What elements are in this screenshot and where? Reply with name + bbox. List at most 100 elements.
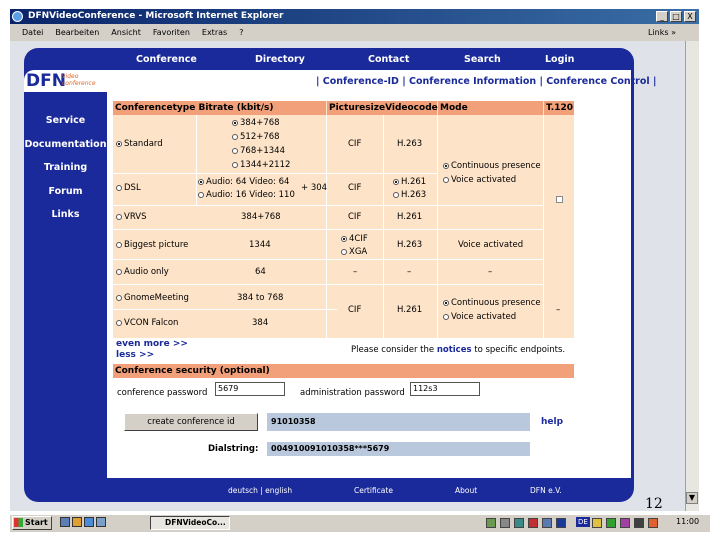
even-more-link[interactable]: even more >>: [116, 339, 188, 349]
nav-conference[interactable]: Conference: [136, 54, 197, 65]
dsl-plus: + 304: [301, 183, 328, 193]
standard-codec: H.263: [397, 139, 423, 149]
links-toolbar[interactable]: Links »: [648, 24, 676, 41]
radio-standard[interactable]: [116, 140, 122, 147]
less-link[interactable]: less >>: [116, 350, 154, 360]
option-standard[interactable]: Standard: [116, 139, 163, 149]
mode-continuous-top[interactable]: Continuous presence: [443, 161, 541, 171]
bitrate-option-1[interactable]: 384+768: [232, 118, 280, 128]
option-vrvs[interactable]: VRVS: [116, 212, 146, 222]
option-biggest-picture[interactable]: Biggest picture: [116, 240, 188, 250]
bitrate-option-2[interactable]: 512+768: [232, 132, 280, 142]
mode-continuous-bottom[interactable]: Continuous presence: [443, 298, 541, 308]
t120-checkbox[interactable]: [556, 196, 563, 203]
sub-navigation[interactable]: | Conference-ID | Conference Information…: [316, 76, 656, 87]
bitrate-option-3[interactable]: 768+1344: [232, 146, 285, 156]
side-nav-service[interactable]: Service: [24, 115, 107, 126]
tray-icon-9[interactable]: [620, 518, 630, 528]
tray-icon-8[interactable]: [606, 518, 616, 528]
header-mode: Mode: [438, 101, 543, 115]
close-button[interactable]: X: [684, 11, 696, 22]
nav-directory[interactable]: Directory: [255, 54, 305, 65]
audio-mode: –: [488, 267, 493, 277]
mode-voice-bottom[interactable]: Voice activated: [443, 312, 516, 322]
bitrate-option-4[interactable]: 1344+2112: [232, 160, 290, 170]
tray-icon-11[interactable]: [648, 518, 658, 528]
conference-password-label: conference password: [117, 388, 208, 398]
maximize-button[interactable]: □: [670, 11, 682, 22]
menu-favoriten[interactable]: Favoriten: [153, 28, 190, 37]
option-gnomemeeting[interactable]: GnomeMeeting: [116, 293, 189, 303]
side-nav-documentation[interactable]: Documentation: [24, 139, 107, 150]
quicklaunch-folder-icon[interactable]: [72, 517, 82, 527]
dfn-logo[interactable]: DFN: [26, 71, 66, 91]
tray-icon-3[interactable]: [514, 518, 524, 528]
tray-icon-5[interactable]: [542, 518, 552, 528]
quicklaunch-ie-icon[interactable]: [84, 517, 94, 527]
menu-help[interactable]: ?: [239, 28, 243, 37]
biggest-pic-xga[interactable]: XGA: [341, 247, 367, 257]
menu-ansicht[interactable]: Ansicht: [111, 28, 141, 37]
window-title: DFNVideoConference - Microsoft Internet …: [28, 11, 284, 21]
certificate-link[interactable]: Certificate: [354, 486, 393, 495]
conference-password-input[interactable]: 5679: [215, 382, 285, 396]
bottom-t120: –: [556, 305, 561, 315]
header-conferencetype-bitrate: Conferencetype Bitrate (kbit/s): [113, 101, 326, 115]
admin-password-input[interactable]: 112s3: [410, 382, 480, 396]
standard-picturesize: CIF: [348, 139, 362, 149]
notices-text: Please consider the notices to specific …: [351, 345, 566, 355]
side-nav-links[interactable]: Links: [24, 209, 107, 220]
minimize-button[interactable]: _: [656, 11, 668, 22]
quicklaunch-desktop-icon[interactable]: [60, 517, 70, 527]
header-picturesize-videocodec: PicturesizeVideocodec: [327, 101, 444, 115]
dsl-codec-1[interactable]: H.261: [393, 177, 426, 187]
language-indicator[interactable]: DE: [576, 517, 590, 527]
notices-link[interactable]: notices: [437, 345, 472, 355]
menu-bearbeiten[interactable]: Bearbeiten: [55, 28, 99, 37]
dialstring-value: 004910091010358***5679: [267, 442, 530, 456]
vertical-scrollbar[interactable]: [685, 41, 699, 511]
nav-contact[interactable]: Contact: [368, 54, 409, 65]
audio-picturesize: –: [353, 267, 358, 277]
bottom-picturesize: CIF: [348, 305, 362, 315]
audio-codec: –: [407, 267, 412, 277]
tray-icon-1[interactable]: [486, 518, 496, 528]
tray-icon-10[interactable]: [634, 518, 644, 528]
menu-extras[interactable]: Extras: [202, 28, 227, 37]
option-vcon-falcon[interactable]: VCON Falcon: [116, 318, 178, 328]
conference-id-display: 91010358: [267, 413, 530, 431]
dfn-ev-link[interactable]: DFN e.V.: [530, 486, 562, 495]
help-link[interactable]: help: [541, 417, 563, 427]
vrvs-bitrate: 384+768: [241, 212, 281, 222]
tray-icon-2[interactable]: [500, 518, 510, 528]
dsl-codec-2[interactable]: H.263: [393, 190, 426, 200]
create-conference-id-button[interactable]: create conference id: [124, 413, 258, 431]
tray-icon-7[interactable]: [592, 518, 602, 528]
page-number: 12: [645, 496, 663, 512]
menu-bar: Datei Bearbeiten Ansicht Favoriten Extras?: [10, 24, 699, 41]
gnome-bitrate: 384 to 768: [237, 293, 284, 303]
tray-icon-4[interactable]: [528, 518, 538, 528]
option-audio-only[interactable]: Audio only: [116, 267, 169, 277]
language-switch[interactable]: deutsch | english: [228, 486, 292, 495]
side-nav-forum[interactable]: Forum: [24, 186, 107, 197]
dsl-bitrate-1[interactable]: Audio: 64 Video: 64: [198, 177, 289, 187]
dsl-picturesize: CIF: [348, 183, 362, 193]
mode-voice-top[interactable]: Voice activated: [443, 175, 516, 185]
quicklaunch-mail-icon[interactable]: [96, 517, 106, 527]
nav-login[interactable]: Login: [545, 54, 574, 65]
bottom-codec: H.261: [397, 305, 423, 315]
scroll-down-arrow-icon[interactable]: ▼: [686, 492, 698, 504]
about-link[interactable]: About: [455, 486, 477, 495]
nav-search[interactable]: Search: [464, 54, 501, 65]
menu-datei[interactable]: Datei: [22, 28, 43, 37]
dsl-bitrate-2[interactable]: Audio: 16 Video: 110: [198, 190, 295, 200]
audio-bitrate: 64: [255, 267, 266, 277]
taskbar-item-browser[interactable]: DFNVideoCo...: [150, 516, 230, 530]
option-dsl[interactable]: DSL: [116, 183, 141, 193]
biggest-pic-4cif[interactable]: 4CIF: [341, 234, 368, 244]
side-nav-training[interactable]: Training: [24, 162, 107, 173]
header-t120: T.120: [544, 101, 574, 115]
tray-icon-6[interactable]: [556, 518, 566, 528]
vrvs-picturesize: CIF: [348, 212, 362, 222]
